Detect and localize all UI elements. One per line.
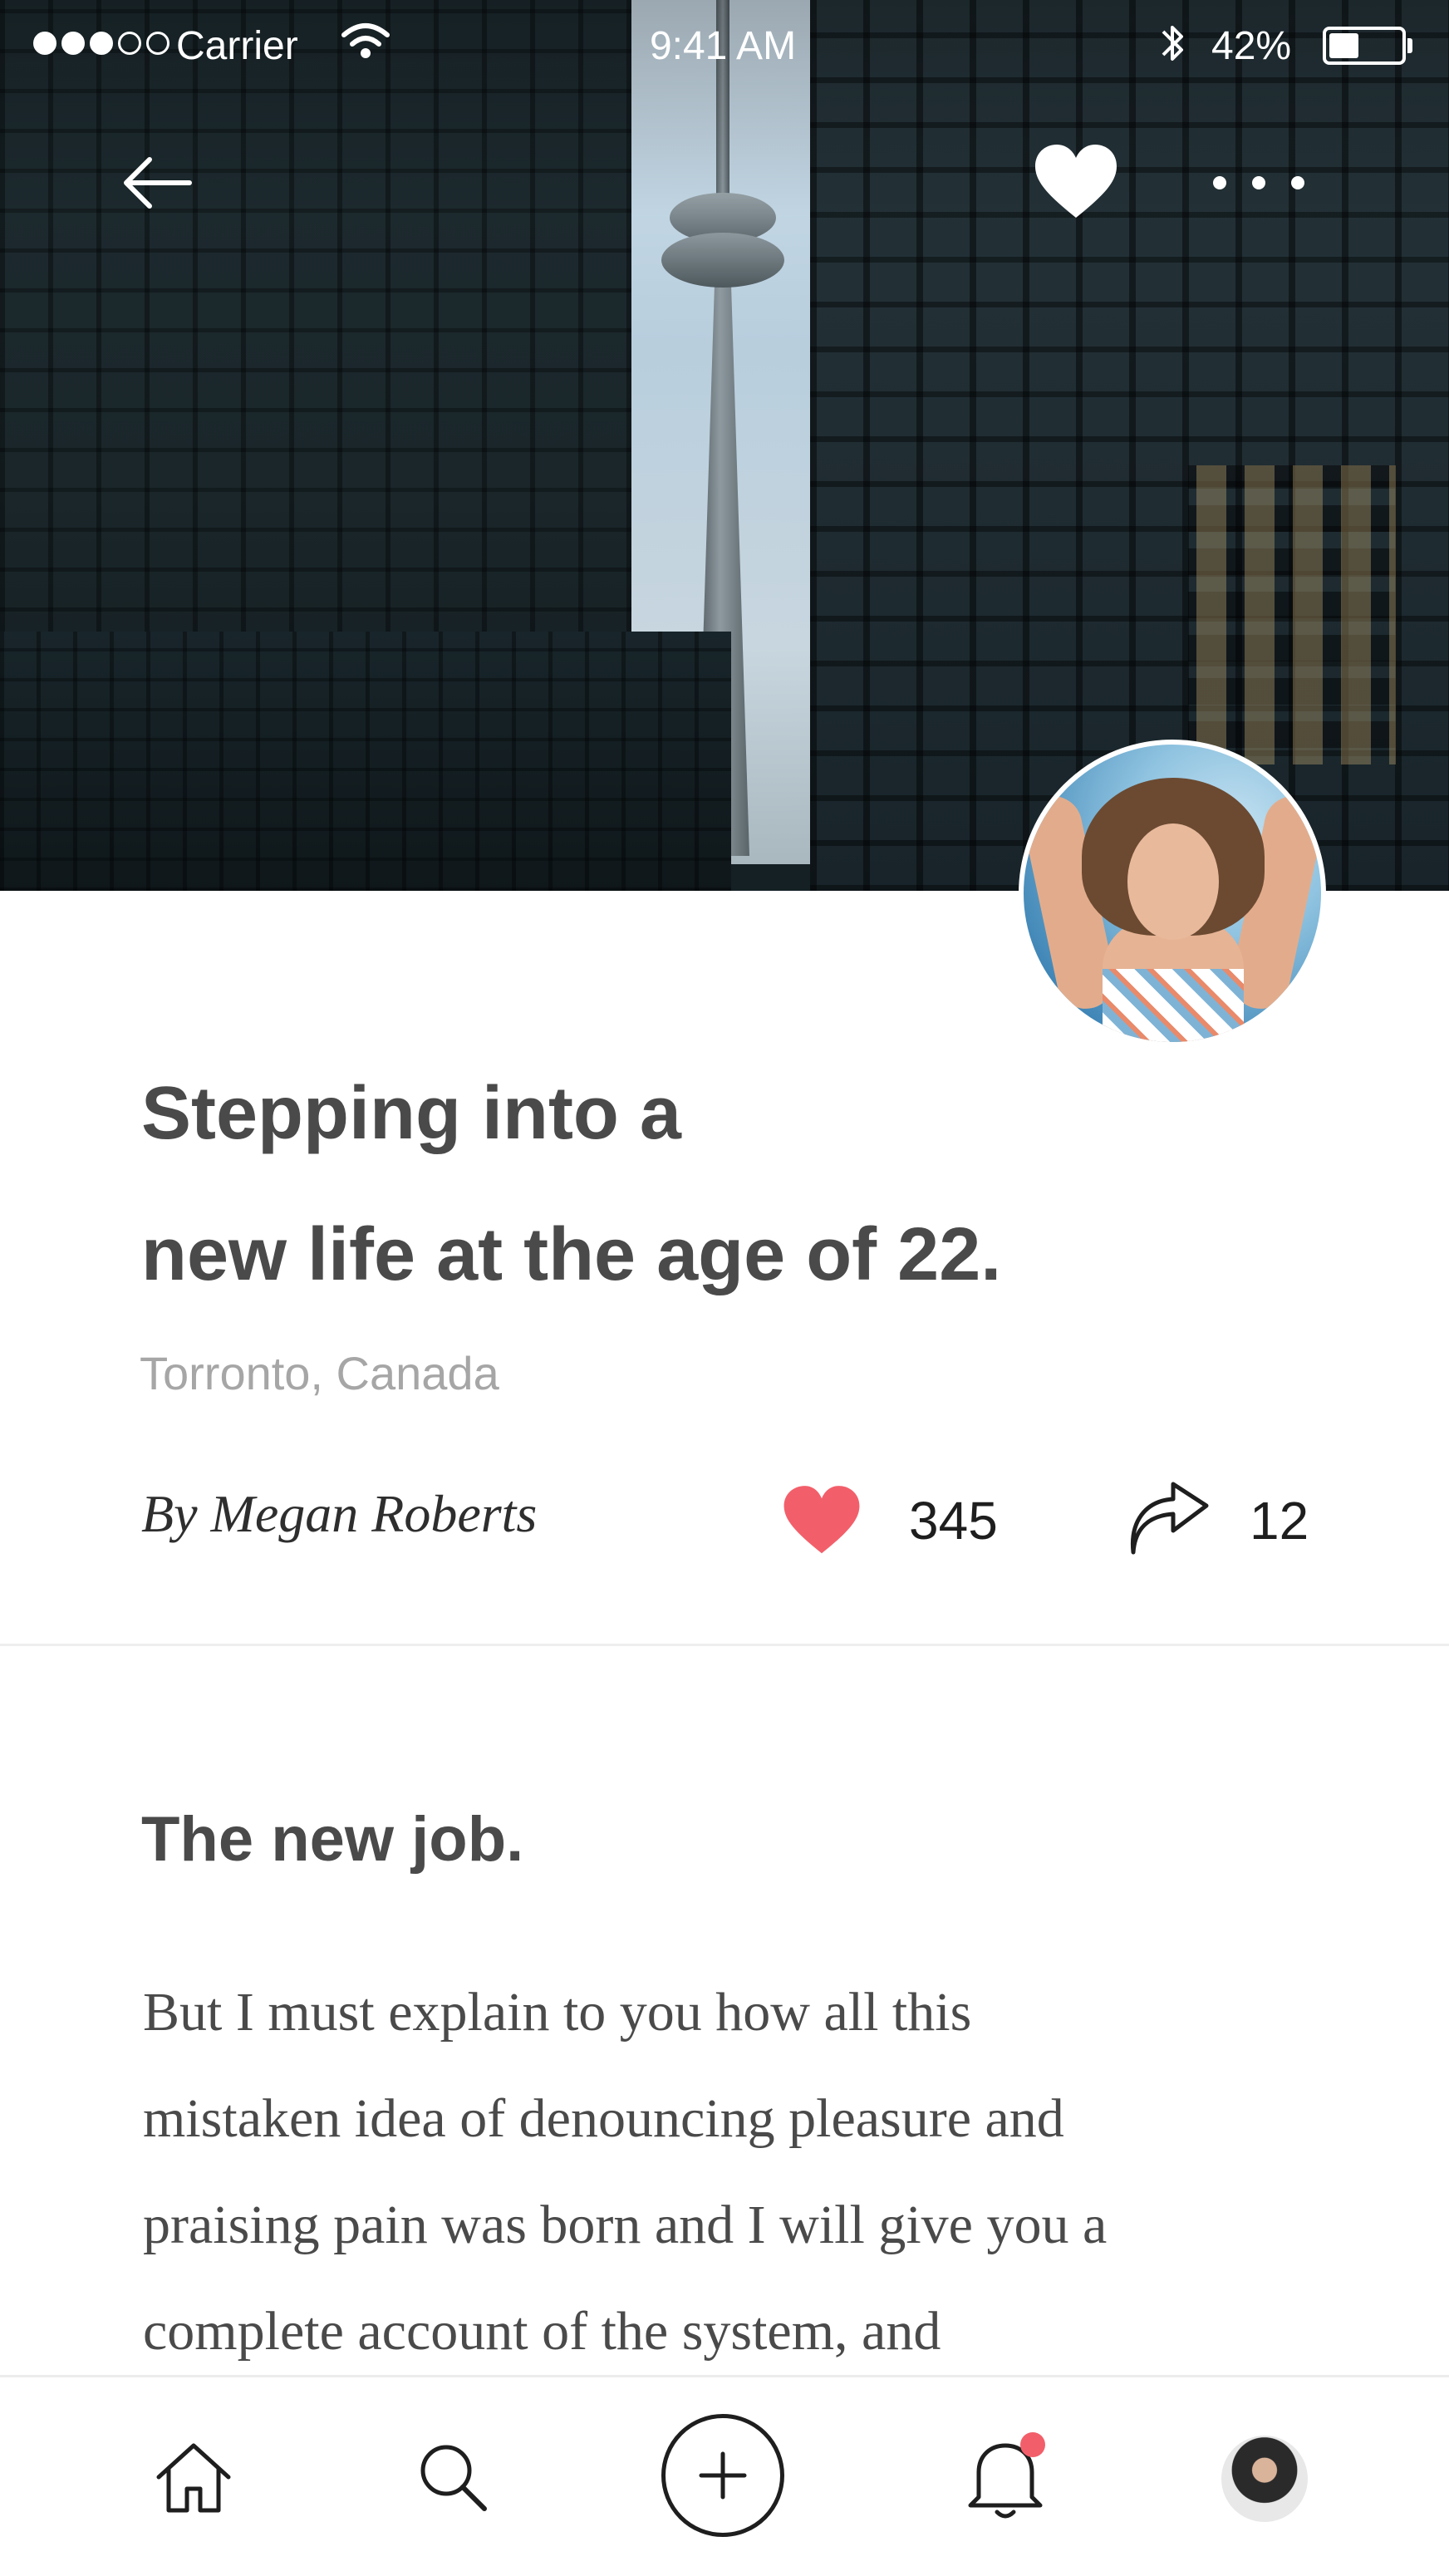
status-time: 9:41 AM: [649, 24, 797, 68]
author-byline[interactable]: By Megan Roberts: [141, 1483, 537, 1545]
shares-count: 12: [1250, 1491, 1309, 1551]
body-line: praising pain was born and I will give y…: [143, 2195, 1108, 2255]
tower-pod: [661, 233, 784, 288]
section-title: The new job.: [141, 1804, 524, 1875]
like-button[interactable]: 345: [781, 1479, 998, 1562]
wifi-icon: [341, 23, 390, 58]
heart-icon: [783, 1486, 860, 1554]
body-line: But I must explain to you how all this: [143, 1982, 972, 2043]
plus-icon: [699, 2451, 747, 2500]
tab-search[interactable]: [411, 2436, 494, 2519]
bluetooth-icon: [1162, 26, 1183, 61]
share-button[interactable]: 12: [1123, 1479, 1309, 1562]
building-left-front: [0, 632, 731, 891]
more-dot: [1291, 176, 1304, 189]
search-icon: [420, 2445, 487, 2511]
battery-icon: [1323, 27, 1406, 65]
title-line: new life at the age of 22.: [141, 1213, 1002, 1296]
likes-count: 345: [909, 1491, 998, 1551]
tab-home[interactable]: [152, 2436, 235, 2519]
battery-fill: [1329, 33, 1358, 58]
avatar-face: [1127, 823, 1219, 940]
more-horizontal-icon[interactable]: [1213, 158, 1304, 208]
signal-dot: [146, 32, 169, 55]
notification-badge: [1020, 2432, 1045, 2457]
article-title: Stepping into a new life at the age of 2…: [141, 1043, 1055, 1325]
bottom-tab-bar: [0, 2375, 1449, 2576]
battery-tip: [1407, 38, 1412, 53]
signal-strength-icon: [33, 32, 169, 55]
home-icon: [156, 2443, 231, 2513]
signal-dot: [33, 32, 56, 55]
signal-dot: [118, 32, 141, 55]
status-bar: Carrier 9:41 AM 42%: [0, 0, 1449, 93]
lit-windows: [1188, 465, 1396, 764]
more-dot: [1213, 176, 1226, 189]
body-line: mistaken idea of denouncing pleasure and: [143, 2088, 1064, 2149]
article-location: Torronto, Canada: [140, 1347, 499, 1399]
signal-dot: [90, 32, 113, 55]
battery-percent: 42%: [1211, 24, 1292, 68]
section-divider: [0, 1644, 1449, 1646]
share-arrow-icon: [1130, 1482, 1209, 1555]
more-dot: [1252, 176, 1265, 189]
arrow-left-icon[interactable]: [116, 141, 199, 224]
tab-add-post[interactable]: [661, 2414, 784, 2537]
avatar-top: [1103, 969, 1244, 1042]
body-line: complete account of the system, and: [143, 2301, 941, 2362]
article-body: But I must explain to you how all this m…: [143, 1959, 1356, 2385]
heart-filled-icon[interactable]: [1030, 141, 1122, 224]
tab-notifications[interactable]: [964, 2431, 1047, 2522]
signal-dot: [61, 32, 85, 55]
tab-profile-avatar[interactable]: [1221, 2436, 1308, 2522]
author-avatar[interactable]: [1019, 740, 1326, 1047]
carrier-name: Carrier: [176, 24, 298, 68]
title-line: Stepping into a: [141, 1072, 681, 1155]
